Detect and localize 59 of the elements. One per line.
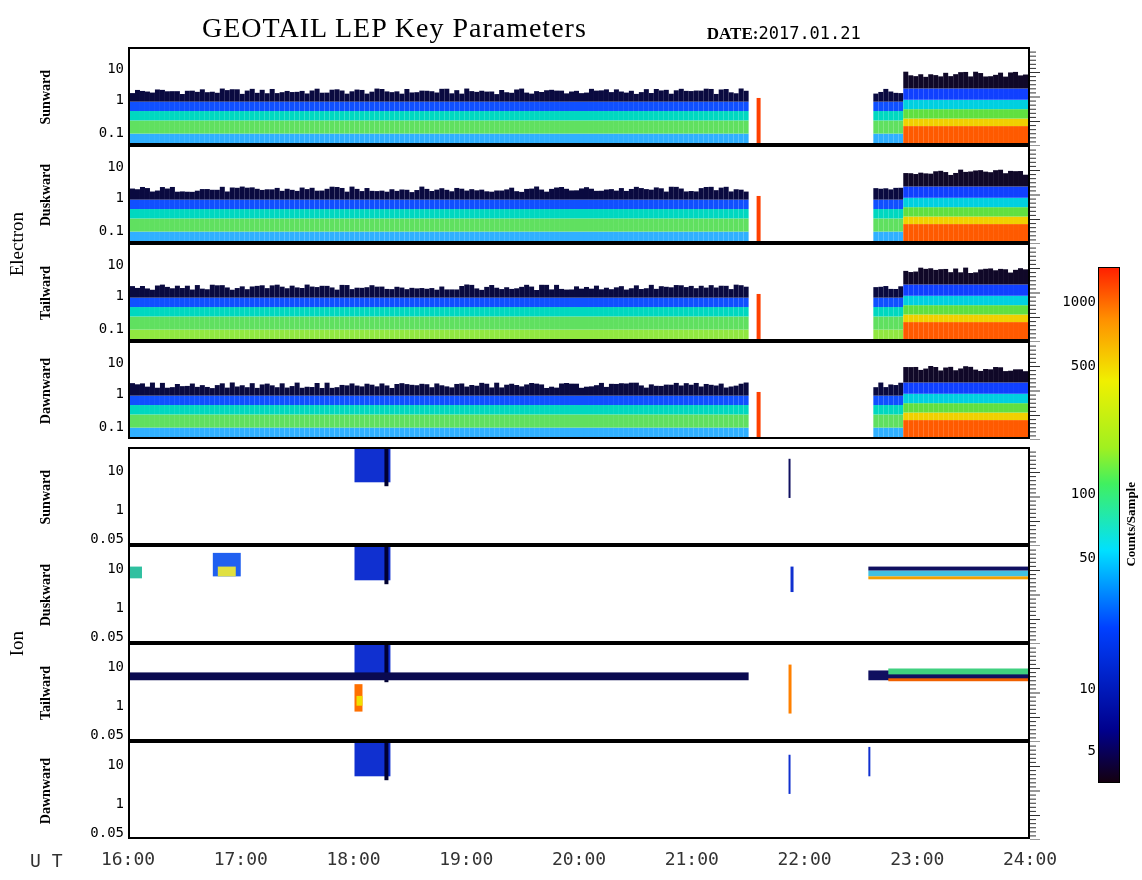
- direction-label: Dawnward: [38, 757, 54, 825]
- time-tick-label: 21:00: [664, 848, 719, 869]
- direction-label: Sunward: [38, 69, 54, 125]
- direction-label: Duskward: [38, 163, 54, 227]
- axis-tick-label: 1: [115, 286, 124, 303]
- axis-label: U T: [29, 849, 64, 871]
- colorbar-tick-label: 50: [1079, 549, 1096, 566]
- plot-title: GEOTAIL LEP Key Parameters: [202, 12, 587, 44]
- axis-tick-label: 1: [115, 598, 124, 615]
- axis-tick-label: 10: [107, 255, 124, 272]
- direction-label: Tailward: [38, 266, 54, 320]
- axis-tick-label: 0.1: [98, 320, 124, 337]
- time-tick-label: 17:00: [213, 848, 268, 869]
- axis-tick-label: 1: [115, 188, 124, 205]
- axis-tick-label: 10: [107, 157, 124, 174]
- count-patch: [788, 664, 792, 714]
- count-patch: [130, 566, 142, 579]
- time-tick-label: 19:00: [439, 848, 494, 869]
- axis-tick-label: 1: [115, 90, 124, 107]
- axis-tick-label: 1: [115, 696, 124, 713]
- axis-tick-label: 10: [107, 559, 124, 576]
- group-label: Ion: [6, 631, 28, 657]
- axis-tick-label: 10: [107, 657, 124, 674]
- direction-label: Sunward: [38, 469, 54, 525]
- time-tick-label: 18:00: [326, 848, 381, 869]
- direction-label: Dawnward: [38, 357, 54, 425]
- count-patch: [788, 458, 791, 498]
- colorbar-tick-label: 1000: [1062, 292, 1096, 309]
- group-label: Electron: [6, 211, 28, 277]
- colorbar-tick-label: 500: [1070, 356, 1096, 373]
- axis-tick-label: 10: [107, 59, 124, 76]
- colorbar-tick-label: 5: [1087, 742, 1096, 759]
- axis-tick-label: 0.05: [90, 726, 124, 743]
- axis-tick-label: 0.05: [90, 530, 124, 547]
- axis-tick-label: 10: [107, 461, 124, 478]
- axis-tick-label: 1: [115, 384, 124, 401]
- colorbar-tick-label: 10: [1079, 680, 1096, 697]
- direction-label: Tailward: [38, 666, 54, 720]
- axis-tick-label: 0.05: [90, 824, 124, 841]
- axis-tick-label: 0.1: [98, 418, 124, 435]
- colorbar-title: Counts/Sample: [1123, 481, 1139, 567]
- axis-tick-label: 1: [115, 794, 124, 811]
- colorbar-tick-label: 100: [1070, 485, 1096, 502]
- axis-tick-label: 10: [107, 755, 124, 772]
- time-tick-label: 16:00: [100, 848, 156, 869]
- time-tick-label: 24:00: [1002, 848, 1058, 869]
- axis-tick-label: 0.1: [98, 124, 124, 141]
- axis-tick-label: 1: [115, 500, 124, 517]
- axis-tick-label: 10: [107, 353, 124, 370]
- axis-tick-label: 0.1: [98, 222, 124, 239]
- count-patch: [788, 754, 791, 794]
- direction-label: Duskward: [38, 563, 54, 627]
- count-patch: [868, 746, 871, 777]
- count-patch: [790, 566, 794, 593]
- time-tick-label: 23:00: [890, 848, 945, 869]
- time-tick-label: 20:00: [551, 848, 607, 869]
- time-tick-label: 22:00: [777, 848, 832, 869]
- date-label: DATE:2017.01.21: [706, 23, 861, 44]
- axis-tick-label: 0.05: [90, 628, 124, 645]
